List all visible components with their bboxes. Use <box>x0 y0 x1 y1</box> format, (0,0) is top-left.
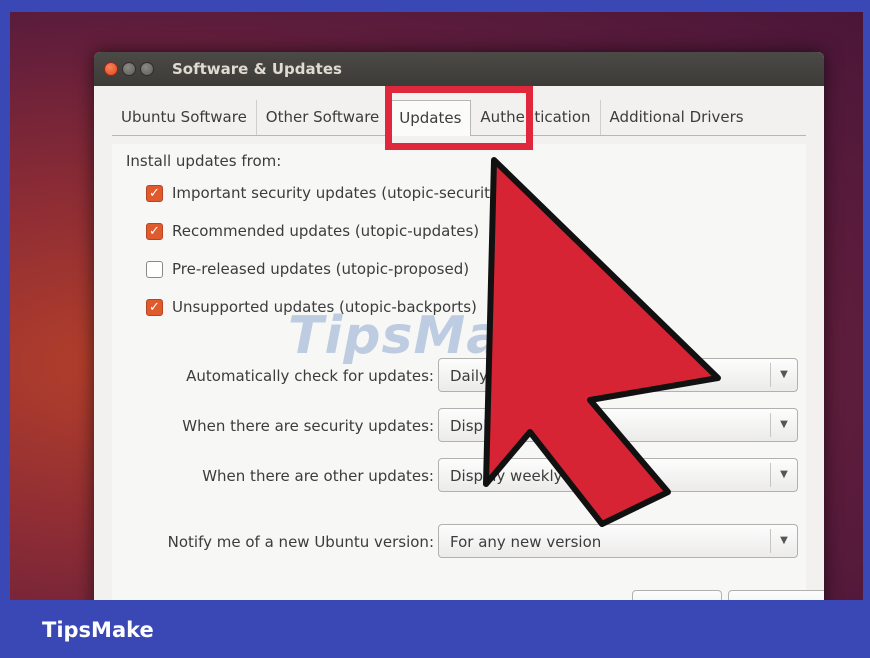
footer-brand: TipsMake <box>42 618 154 642</box>
pointer-arrow-icon <box>483 157 721 527</box>
footer-bar: TipsMake <box>0 600 870 658</box>
screenshot-frame: Software & Updates Ubuntu Software Other… <box>0 0 870 658</box>
